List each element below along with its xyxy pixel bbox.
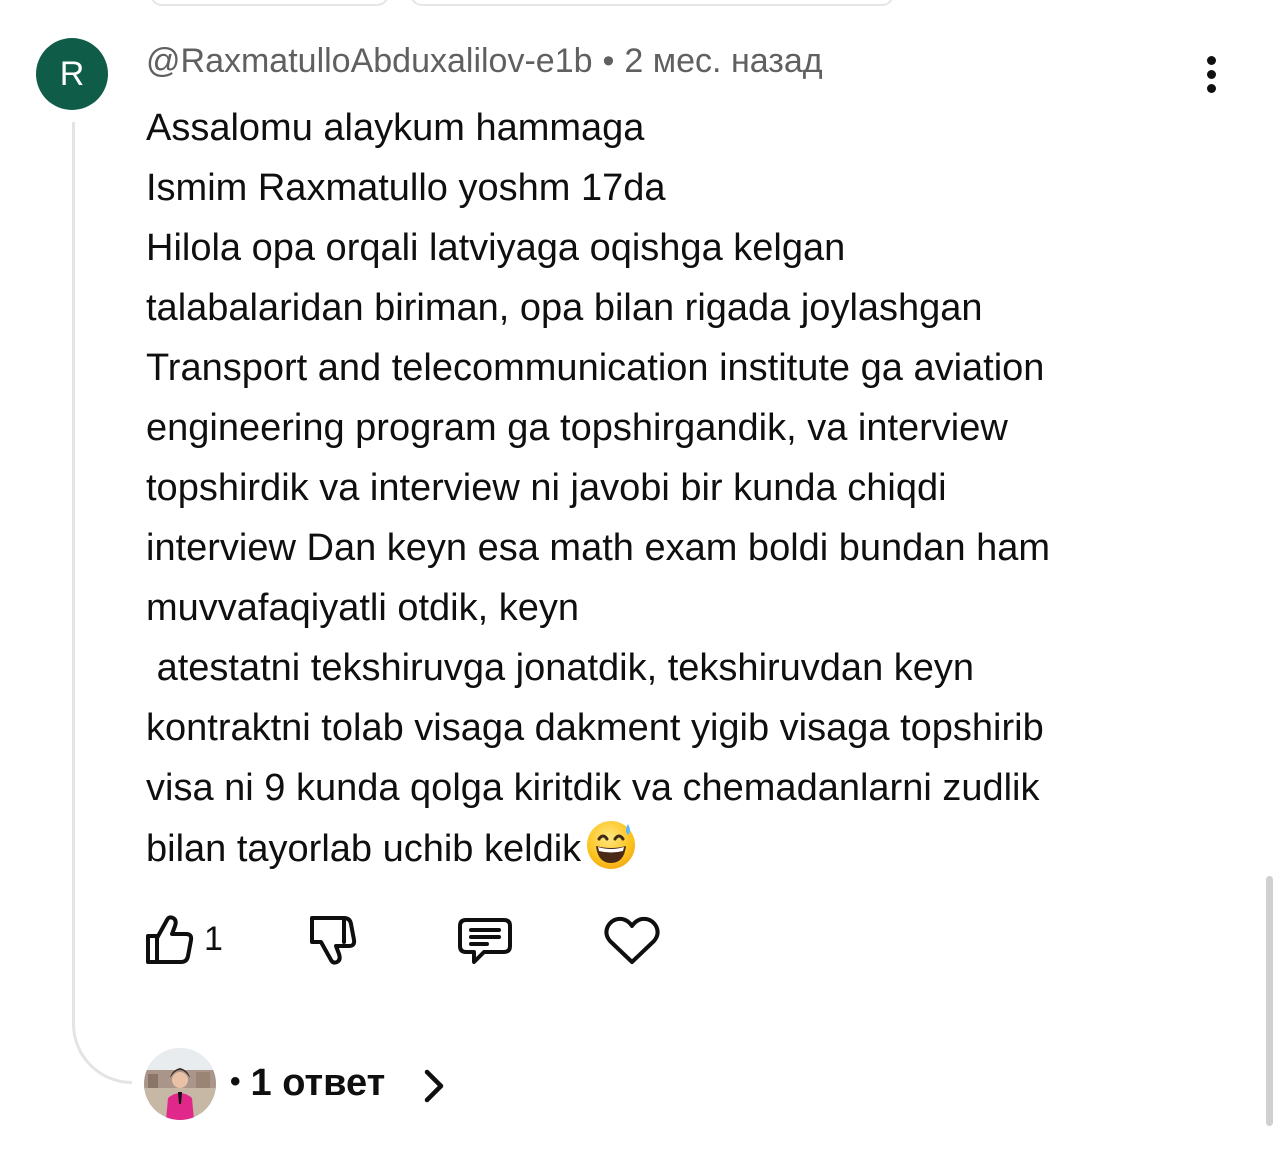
like-button[interactable] <box>142 910 206 974</box>
replies-label: 1 ответ <box>250 1062 386 1104</box>
reply-avatar <box>144 1048 216 1120</box>
top-chip[interactable] <box>410 0 894 6</box>
comment-text: Assalomu alaykum hammaga Ismim Raxmatull… <box>146 98 1236 879</box>
thumbs-up-icon <box>146 915 194 964</box>
comment-text-content: Assalomu alaykum hammaga Ismim Raxmatull… <box>146 107 1051 870</box>
grinning-face-with-sweat-icon <box>585 818 637 870</box>
meta-separator: • <box>602 42 615 80</box>
author-handle[interactable]: @RaxmatulloAbduxalilov-e1b <box>146 42 593 80</box>
heart-button[interactable] <box>600 910 664 974</box>
comment-icon <box>458 918 512 964</box>
reply-button[interactable] <box>454 910 518 974</box>
comment-meta: @RaxmatulloAbduxalilov-e1b • 2 мес. назад <box>146 42 823 81</box>
chevron-right-icon <box>424 1069 444 1103</box>
replies-bullet: • <box>230 1065 241 1098</box>
top-chip[interactable] <box>150 0 389 6</box>
heart-icon <box>604 916 660 964</box>
like-count: 1 <box>204 920 223 958</box>
author-avatar[interactable]: R <box>36 38 108 110</box>
more-options-icon[interactable] <box>1192 52 1232 96</box>
comment-actions: 1 <box>142 910 742 974</box>
dislike-button[interactable] <box>306 910 370 974</box>
scrollbar[interactable] <box>1266 876 1273 1126</box>
thread-line <box>72 122 132 1084</box>
replies-count: • 1 ответ <box>230 1062 385 1105</box>
avatar-letter: R <box>59 54 85 93</box>
thumbs-down-icon <box>310 916 357 965</box>
view-replies-button[interactable]: • 1 ответ <box>144 1048 484 1122</box>
comment-timestamp[interactable]: 2 мес. назад <box>624 42 822 80</box>
